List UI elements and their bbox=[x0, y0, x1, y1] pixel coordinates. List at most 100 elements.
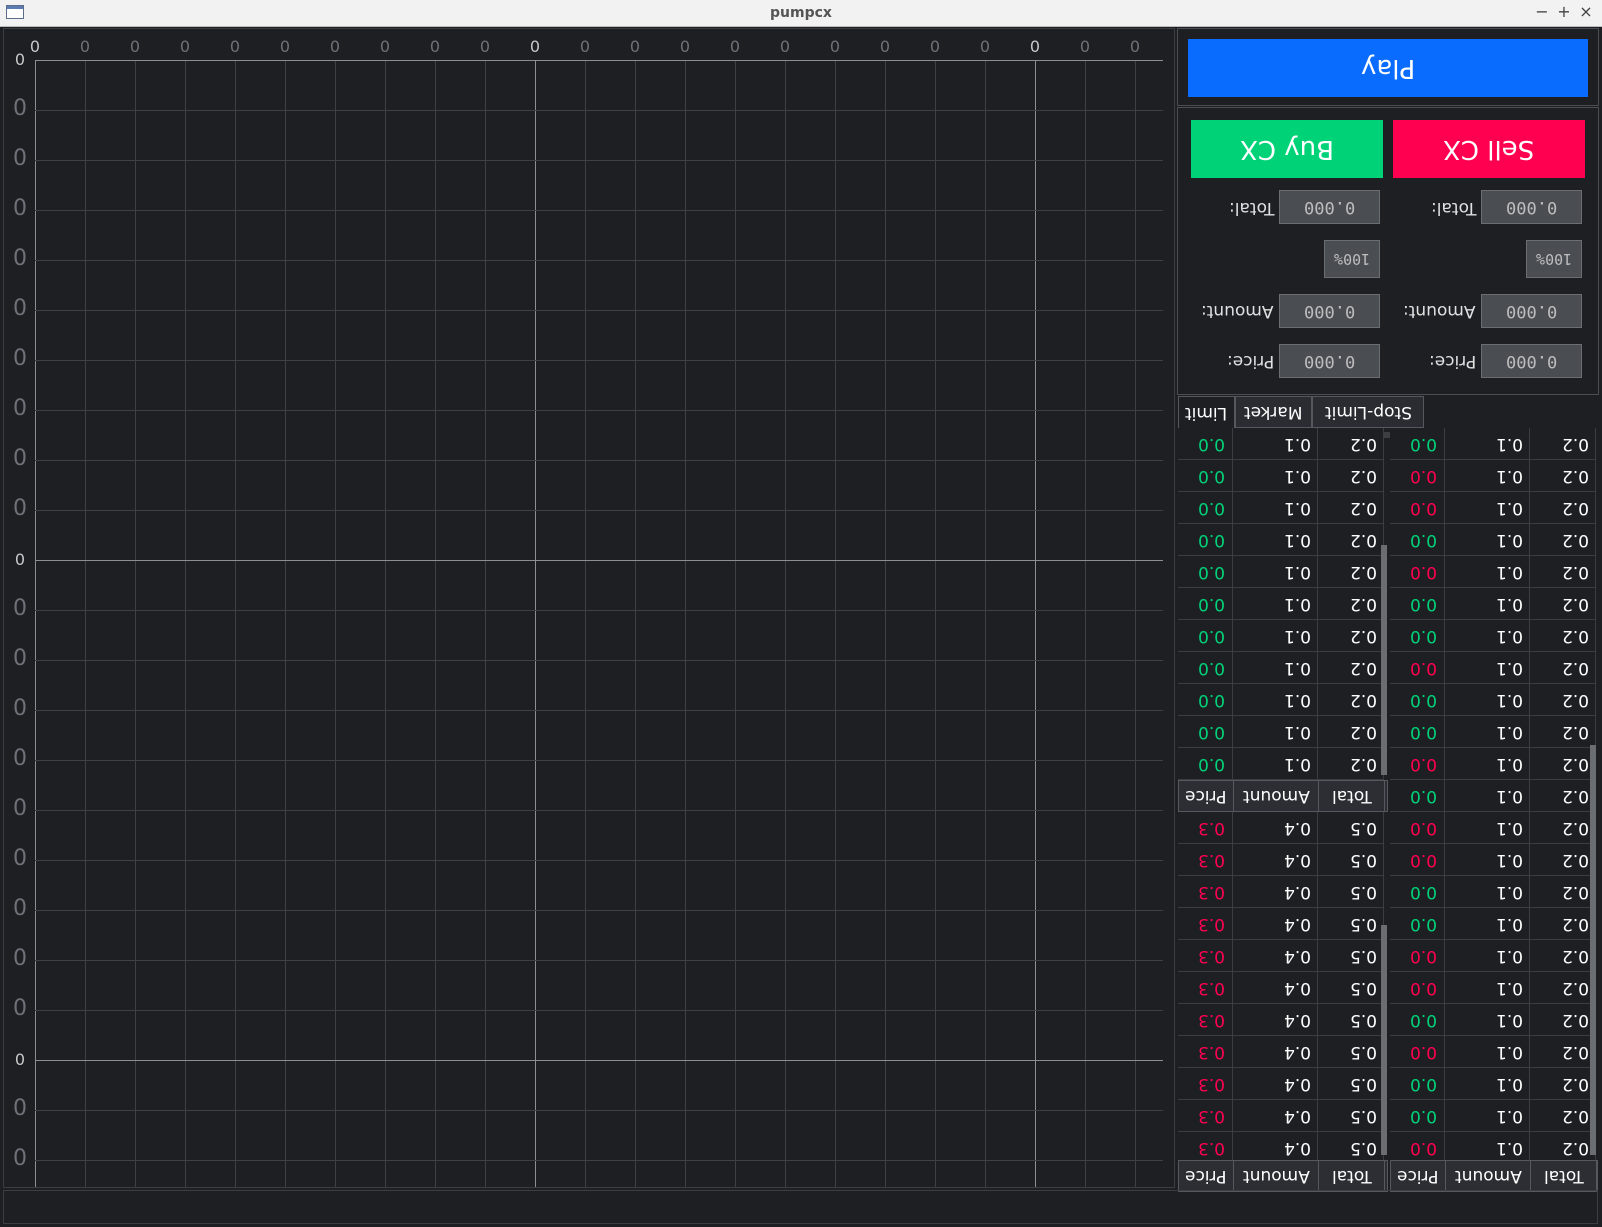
tab-market[interactable]: Market bbox=[1235, 396, 1312, 428]
trade-row[interactable]: 0.0 0.1 0.2 bbox=[1390, 716, 1596, 748]
bid-row[interactable]: 0.0 0.1 0.2 bbox=[1178, 556, 1384, 588]
trade-row[interactable]: 0.0 0.1 0.2 bbox=[1390, 780, 1596, 812]
column-header-total[interactable]: Total bbox=[1319, 1160, 1385, 1192]
bid-row[interactable]: 0.0 0.1 0.2 bbox=[1178, 460, 1384, 492]
trade-row[interactable]: 0.0 0.1 0.2 bbox=[1390, 524, 1596, 556]
buy-total-field[interactable]: 0.000 bbox=[1279, 190, 1380, 224]
ask-row[interactable]: 0.3 0.4 0.5 bbox=[1178, 844, 1384, 876]
total-value: 0.2 bbox=[1561, 626, 1589, 646]
trade-row[interactable]: 0.0 0.1 0.2 bbox=[1390, 652, 1596, 684]
ask-row[interactable]: 0.3 0.4 0.5 bbox=[1178, 876, 1384, 908]
chart-x-tick-label: 0 bbox=[879, 37, 891, 56]
trades-scrollbar[interactable] bbox=[1590, 745, 1596, 1155]
ask-row[interactable]: 0.3 0.4 0.5 bbox=[1178, 972, 1384, 1004]
trade-row[interactable]: 0.0 0.1 0.2 bbox=[1390, 1036, 1596, 1068]
trade-row[interactable]: 0.0 0.1 0.2 bbox=[1390, 748, 1596, 780]
ask-row[interactable]: 0.3 0.4 0.5 bbox=[1178, 908, 1384, 940]
trade-row[interactable]: 0.0 0.1 0.2 bbox=[1390, 460, 1596, 492]
chart-gridline-vertical bbox=[785, 60, 786, 1187]
sell-amount-field[interactable]: 0.000 bbox=[1481, 294, 1582, 328]
column-header-total[interactable]: Total bbox=[1319, 780, 1385, 812]
price-value: 0.0 bbox=[1410, 434, 1438, 454]
scrollbar-thumb[interactable] bbox=[1381, 925, 1387, 1155]
asks-scrollbar[interactable] bbox=[1381, 925, 1387, 1155]
trade-row[interactable]: 0.0 0.1 0.2 bbox=[1390, 684, 1596, 716]
cell-total: 0.5 bbox=[1318, 972, 1384, 1004]
scrollbar-thumb[interactable] bbox=[1590, 745, 1596, 1155]
price-value: 0.0 bbox=[1410, 946, 1438, 966]
total-value: 0.2 bbox=[1349, 722, 1377, 742]
bid-row[interactable]: 0.0 0.1 0.2 bbox=[1178, 652, 1384, 684]
trade-row[interactable]: 0.0 0.1 0.2 bbox=[1390, 812, 1596, 844]
column-header-amount[interactable]: Amount bbox=[1234, 1160, 1319, 1192]
scrollbar-thumb[interactable] bbox=[1381, 545, 1387, 775]
column-header-price[interactable]: Price bbox=[1391, 1160, 1446, 1192]
column-header-price[interactable]: Price bbox=[1179, 780, 1234, 812]
cell-total: 0.2 bbox=[1530, 652, 1596, 684]
bid-row[interactable]: 0.0 0.1 0.2 bbox=[1178, 684, 1384, 716]
play-button[interactable]: Play bbox=[1188, 39, 1588, 97]
chart-y-tick-label: 0 bbox=[13, 246, 27, 271]
ask-row[interactable]: 0.3 0.4 0.5 bbox=[1178, 812, 1384, 844]
buy-percent-field[interactable]: 100% bbox=[1324, 240, 1380, 278]
cell-total: 0.2 bbox=[1530, 684, 1596, 716]
cell-price: 0.0 bbox=[1390, 844, 1445, 876]
cell-total: 0.5 bbox=[1318, 812, 1384, 844]
column-header-amount[interactable]: Amount bbox=[1234, 780, 1319, 812]
ask-row[interactable]: 0.3 0.4 0.5 bbox=[1178, 1004, 1384, 1036]
price-value: 0.0 bbox=[1410, 562, 1438, 582]
trade-row[interactable]: 0.0 0.1 0.2 bbox=[1390, 908, 1596, 940]
trade-row[interactable]: 0.0 0.1 0.2 bbox=[1390, 492, 1596, 524]
amount-value: 0.1 bbox=[1495, 882, 1523, 902]
buy-amount-field[interactable]: 0.000 bbox=[1279, 294, 1380, 328]
total-value: 0.2 bbox=[1561, 466, 1589, 486]
bids-scrollbar[interactable] bbox=[1381, 545, 1387, 775]
sell-price-field[interactable]: 0.000 bbox=[1481, 344, 1582, 378]
bid-row[interactable]: 0.0 0.1 0.2 bbox=[1178, 620, 1384, 652]
column-header-price[interactable]: Price bbox=[1179, 1160, 1234, 1192]
trade-row[interactable]: 0.0 0.1 0.2 bbox=[1390, 844, 1596, 876]
column-header-total[interactable]: Total bbox=[1531, 1160, 1597, 1192]
cell-amount: 0.1 bbox=[1445, 812, 1530, 844]
trade-row[interactable]: 0.0 0.1 0.2 bbox=[1390, 588, 1596, 620]
tab-stop-limit[interactable]: Stop-Limit bbox=[1312, 396, 1424, 428]
close-icon[interactable]: × bbox=[1576, 0, 1596, 24]
cell-amount: 0.1 bbox=[1445, 492, 1530, 524]
ask-row[interactable]: 0.3 0.4 0.5 bbox=[1178, 940, 1384, 972]
trade-row[interactable]: 0.0 0.1 0.2 bbox=[1390, 1068, 1596, 1100]
bid-row[interactable]: 0.0 0.1 0.2 bbox=[1178, 524, 1384, 556]
minimize-icon[interactable]: − bbox=[1532, 0, 1552, 24]
trade-row[interactable]: 0.0 0.1 0.2 bbox=[1390, 428, 1596, 460]
bid-row[interactable]: 0.0 0.1 0.2 bbox=[1178, 428, 1384, 460]
maximize-icon[interactable]: + bbox=[1554, 0, 1574, 24]
bid-row[interactable]: 0.0 0.1 0.2 bbox=[1178, 716, 1384, 748]
trade-row[interactable]: 0.0 0.1 0.2 bbox=[1390, 1100, 1596, 1132]
buy-price-field[interactable]: 0.000 bbox=[1279, 344, 1380, 378]
ask-row[interactable]: 0.3 0.4 0.5 bbox=[1178, 1100, 1384, 1132]
trade-row[interactable]: 0.0 0.1 0.2 bbox=[1390, 556, 1596, 588]
column-header-amount[interactable]: Amount bbox=[1446, 1160, 1531, 1192]
sell-cx-button[interactable]: Sell CX bbox=[1393, 120, 1585, 178]
tab-limit[interactable]: Limit bbox=[1178, 396, 1235, 428]
sell-total-field[interactable]: 0.000 bbox=[1481, 190, 1582, 224]
chart-x-tick-label: 0 bbox=[729, 37, 741, 56]
trade-row[interactable]: 0.0 0.1 0.2 bbox=[1390, 1004, 1596, 1036]
chart-x-tick-label: 0 bbox=[379, 37, 391, 56]
price-value: 0.3 bbox=[1198, 818, 1226, 838]
bid-row[interactable]: 0.0 0.1 0.2 bbox=[1178, 588, 1384, 620]
sell-percent-field[interactable]: 100% bbox=[1526, 240, 1582, 278]
ask-row[interactable]: 0.3 0.4 0.5 bbox=[1178, 1036, 1384, 1068]
trade-row[interactable]: 0.0 0.1 0.2 bbox=[1390, 940, 1596, 972]
total-value: 0.2 bbox=[1561, 562, 1589, 582]
trade-row[interactable]: 0.0 0.1 0.2 bbox=[1390, 620, 1596, 652]
chart-gridline-vertical bbox=[985, 60, 986, 1187]
amount-value: 0.1 bbox=[1495, 594, 1523, 614]
trade-row[interactable]: 0.0 0.1 0.2 bbox=[1390, 876, 1596, 908]
ask-row[interactable]: 0.3 0.4 0.5 bbox=[1178, 1068, 1384, 1100]
trade-row[interactable]: 0.0 0.1 0.2 bbox=[1390, 972, 1596, 1004]
bid-row[interactable]: 0.0 0.1 0.2 bbox=[1178, 492, 1384, 524]
buy-cx-button[interactable]: Buy CX bbox=[1191, 120, 1383, 178]
chart-x-tick-label: 0 bbox=[1079, 37, 1091, 56]
bid-row[interactable]: 0.0 0.1 0.2 bbox=[1178, 748, 1384, 780]
total-value: 0.2 bbox=[1561, 1042, 1589, 1062]
